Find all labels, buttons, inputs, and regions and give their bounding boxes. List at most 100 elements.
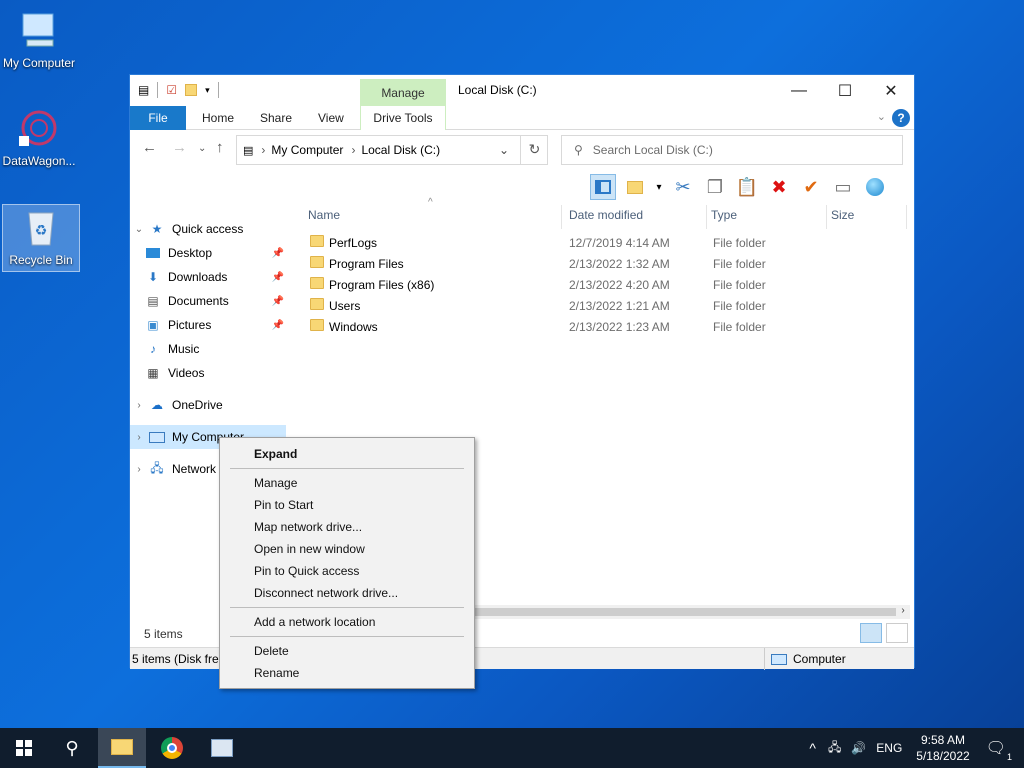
folder-icon (310, 319, 324, 331)
context-menu: Expand Manage Pin to Start Map network d… (219, 437, 475, 689)
paste-icon[interactable]: 📋 (734, 174, 760, 200)
nav-item-music[interactable]: ♪ Music (130, 337, 290, 361)
nav-item-videos[interactable]: ▦ Videos (130, 361, 290, 385)
rename-icon[interactable]: ▭ (830, 174, 856, 200)
search-button[interactable]: ⚲ (48, 728, 96, 768)
clock[interactable]: 9:58 AM 5/18/2022 (916, 732, 969, 764)
notification-icon[interactable]: 🗨 1 (986, 738, 1012, 762)
notification-count: 1 (1006, 752, 1012, 762)
help-icon[interactable]: ? (892, 109, 910, 127)
address-bar[interactable]: ▤ › My Computer › Local Disk (C:) ⌄ (236, 135, 548, 165)
disk-free-text: 5 items (Disk free (132, 652, 226, 666)
nav-item-quick-access[interactable]: ⌄ ★ Quick access (130, 217, 290, 241)
up-arrow-icon[interactable]: ↑ (216, 139, 224, 156)
tab-drive-tools[interactable]: Drive Tools (360, 106, 446, 130)
search-input[interactable]: ⚲ Search Local Disk (C:) (561, 135, 903, 165)
table-row[interactable]: PerfLogs 12/7/2019 4:14 AM File folder (306, 233, 906, 254)
large-icons-view-icon[interactable] (886, 623, 908, 643)
new-folder-icon[interactable] (622, 174, 648, 200)
network-icon: 🖧 (150, 460, 164, 475)
chevron-up-icon[interactable]: ^ (809, 740, 816, 756)
new-folder-icon[interactable] (185, 84, 198, 96)
address-dropdown-icon[interactable]: ⌄ (499, 143, 509, 157)
collapsed-chevron-icon[interactable]: › (130, 400, 148, 411)
title-bar: ▤ ☑ ▾ Manage Local Disk (C:) — ☐ ✕ (130, 75, 914, 106)
check-icon[interactable]: ✔ (798, 174, 824, 200)
menu-item-open-in-new-window[interactable]: Open in new window (254, 538, 365, 560)
search-icon: ⚲ (574, 143, 583, 157)
breadcrumb-chevron-icon: › (351, 143, 356, 157)
menu-item-rename[interactable]: Rename (254, 662, 299, 684)
copy-icon[interactable]: ❐ (702, 174, 728, 200)
menu-item-map-network-drive[interactable]: Map network drive... (254, 516, 362, 538)
tab-share[interactable]: Share (248, 106, 304, 130)
maximize-button[interactable]: ☐ (822, 75, 868, 106)
network-status-icon[interactable]: 🖧 (828, 738, 841, 759)
back-arrow-icon[interactable]: ← (142, 139, 157, 156)
chrome-icon (161, 737, 183, 759)
column-header-date[interactable]: Date modified (567, 205, 707, 229)
menu-item-delete[interactable]: Delete (254, 640, 289, 662)
globe-icon[interactable] (862, 174, 888, 200)
expanded-chevron-icon[interactable]: ⌄ (130, 224, 148, 235)
preview-pane-icon[interactable] (590, 174, 616, 200)
folder-icon (310, 256, 324, 268)
column-header-type[interactable]: Type (709, 205, 827, 229)
cut-icon[interactable]: ✂ (670, 174, 696, 200)
column-header-size[interactable]: Size (829, 205, 907, 229)
nav-item-downloads[interactable]: ⬇ Downloads 📌 (130, 265, 290, 289)
taskbar-network-app[interactable] (198, 728, 246, 768)
table-row[interactable]: Users 2/13/2022 1:21 AM File folder (306, 296, 906, 317)
scroll-right-arrow-icon[interactable]: › (896, 605, 910, 616)
tab-file[interactable]: File (130, 106, 186, 130)
music-icon: ♪ (150, 342, 156, 356)
video-icon: ▦ (147, 366, 159, 380)
start-button[interactable] (0, 728, 48, 768)
tab-view[interactable]: View (306, 106, 356, 130)
desktop-icon-datawagon[interactable]: DataWagon... (0, 106, 78, 168)
collapsed-chevron-icon[interactable]: › (130, 464, 148, 475)
table-row[interactable]: Windows 2/13/2022 1:23 AM File folder (306, 317, 906, 338)
minimize-button[interactable]: — (776, 75, 822, 106)
menu-item-add-network-location[interactable]: Add a network location (254, 611, 375, 633)
nav-item-desktop[interactable]: Desktop 📌 (130, 241, 290, 265)
desktop-icon-recycle-bin[interactable]: ♻ Recycle Bin (2, 204, 80, 272)
table-row[interactable]: Program Files 2/13/2022 1:32 AM File fol… (306, 254, 906, 275)
nav-item-pictures[interactable]: ▣ Pictures 📌 (130, 313, 290, 337)
menu-item-pin-to-quick-access[interactable]: Pin to Quick access (254, 560, 359, 582)
quick-access-toolbar: ▤ ☑ ▾ (138, 82, 219, 98)
menu-item-manage[interactable]: Manage (254, 472, 297, 494)
customize-qat-icon[interactable]: ▾ (205, 85, 210, 96)
nav-item-onedrive[interactable]: › ☁ OneDrive (130, 393, 290, 417)
breadcrumb-local-disk[interactable]: Local Disk (C:) (361, 143, 440, 157)
nav-item-documents[interactable]: ▤ Documents 📌 (130, 289, 290, 313)
column-header-name[interactable]: Name (306, 205, 562, 229)
delete-icon[interactable]: ✖ (766, 174, 792, 200)
taskbar-file-explorer[interactable] (98, 728, 146, 768)
tab-home[interactable]: Home (190, 106, 246, 130)
language-indicator[interactable]: ENG (876, 741, 902, 755)
clock-time: 9:58 AM (920, 733, 965, 747)
menu-item-disconnect-network-drive[interactable]: Disconnect network drive... (254, 582, 398, 604)
drive-icon: ▤ (243, 144, 254, 157)
menu-item-pin-to-start[interactable]: Pin to Start (254, 494, 313, 516)
volume-icon[interactable]: 🔊 (851, 741, 866, 755)
new-folder-dropdown-icon[interactable]: ▾ (654, 174, 664, 200)
breadcrumb-my-computer[interactable]: My Computer (271, 143, 343, 157)
picture-icon: ▣ (147, 318, 159, 332)
menu-separator (230, 607, 464, 608)
close-button[interactable]: ✕ (868, 75, 914, 106)
details-view-icon[interactable] (860, 623, 882, 643)
forward-arrow-icon[interactable]: → (172, 139, 187, 156)
refresh-icon[interactable]: ↻ (520, 135, 548, 165)
properties-icon[interactable]: ☑ (166, 83, 177, 97)
menu-item-expand[interactable]: Expand (254, 443, 297, 465)
ribbon-expand-icon[interactable]: ⌄ (877, 110, 886, 123)
desktop-icon-my-computer[interactable]: My Computer (0, 8, 78, 70)
folder-icon (310, 298, 324, 310)
collapsed-chevron-icon[interactable]: › (130, 432, 148, 443)
view-switcher (860, 623, 908, 643)
table-row[interactable]: Program Files (x86) 2/13/2022 4:20 AM Fi… (306, 275, 906, 296)
taskbar-chrome[interactable] (148, 728, 196, 768)
recent-locations-icon[interactable]: ⌄ (198, 143, 206, 154)
